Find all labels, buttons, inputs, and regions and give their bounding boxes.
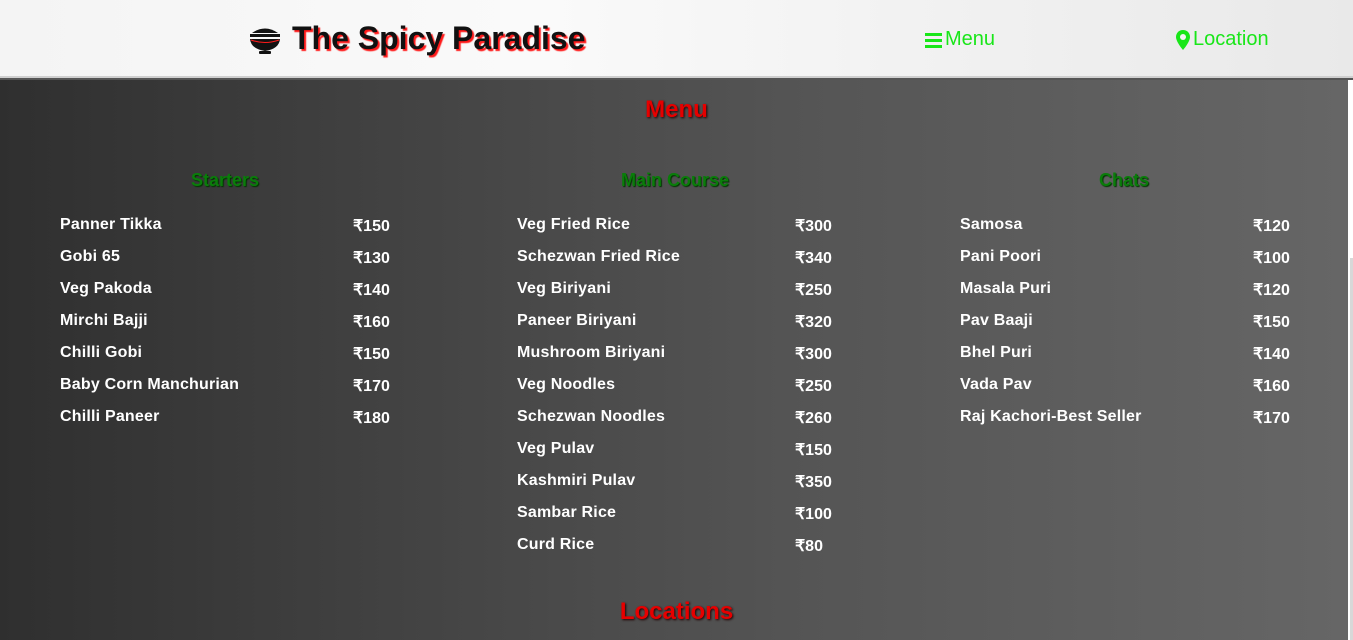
menu-item-name: Raj Kachori-Best Seller	[960, 408, 1142, 425]
menu-item-price: ₹170	[1253, 410, 1290, 427]
menu-item-price: ₹100	[795, 506, 832, 523]
menu-item-name: Curd Rice	[517, 536, 595, 553]
menu-item-name: Veg Pulav	[517, 440, 595, 457]
menu-item-name: Baby Corn Manchurian	[60, 376, 240, 393]
menu-item-name: Paneer Biriyani	[517, 312, 637, 329]
menu-item-price: ₹120	[1253, 282, 1290, 299]
menu-item-price: ₹250	[795, 378, 832, 395]
menu-item-price: ₹300	[795, 346, 832, 363]
nav-menu-link[interactable]: Menu	[925, 28, 995, 51]
menu-item-name: Gobi 65	[60, 248, 121, 265]
brand-name: The Spicy Paradise	[292, 20, 586, 56]
menu-item-name: Panner Tikka	[60, 216, 162, 233]
menu-item-name: Mushroom Biriyani	[517, 344, 666, 361]
menu-item-name: Schezwan Fried Rice	[517, 248, 680, 265]
menu-item-price: ₹140	[353, 282, 390, 299]
hamburger-icon	[925, 32, 942, 48]
menu-item-name: Veg Fried Rice	[517, 216, 631, 233]
menu-item-price: ₹340	[795, 250, 832, 267]
menu-item-price: ₹140	[1253, 346, 1290, 363]
column-title-chats: Chats	[1098, 170, 1149, 190]
column-title-starters: Starters	[190, 170, 260, 190]
menu-item-name: Bhel Puri	[960, 344, 1033, 361]
site-header: The Spicy Paradise Menu Location	[0, 0, 1353, 78]
brand[interactable]: The Spicy Paradise	[248, 20, 585, 57]
map-pin-icon	[1176, 29, 1190, 50]
menu-item-price: ₹260	[795, 410, 832, 427]
menu-item-name: Pani Poori	[960, 248, 1042, 265]
menu-item-price: ₹170	[353, 378, 390, 395]
menu-item-price: ₹100	[1253, 250, 1290, 267]
menu-item-name: Chilli Paneer	[60, 408, 160, 425]
menu-item-price: ₹150	[353, 218, 390, 235]
menu-item-price: ₹120	[1253, 218, 1290, 235]
menu-item-name: Schezwan Noodles	[517, 408, 666, 425]
bowl-icon	[250, 28, 280, 54]
menu-item-name: Pav Baaji	[960, 312, 1033, 329]
menu-item-price: ₹150	[795, 442, 832, 459]
menu-item-name: Masala Puri	[960, 280, 1052, 297]
nav-location-link[interactable]: Location	[1176, 28, 1269, 51]
menu-item-price: ₹300	[795, 218, 832, 235]
menu-item-price: ₹150	[353, 346, 390, 363]
column-title-main-course: Main Course	[620, 170, 730, 190]
menu-item-name: Samosa	[960, 216, 1023, 233]
menu-item-name: Chilli Gobi	[60, 344, 143, 361]
menu-item-name: Veg Pakoda	[60, 280, 152, 297]
menu-item-price: ₹320	[795, 314, 832, 331]
menu-item-price: ₹180	[353, 410, 390, 427]
menu-item-name: Kashmiri Pulav	[517, 472, 636, 489]
menu-item-name: Veg Noodles	[517, 376, 616, 393]
menu-section	[0, 80, 1348, 640]
menu-item-name: Mirchi Bajji	[60, 312, 148, 329]
menu-item-name: Veg Biriyani	[517, 280, 611, 297]
menu-item-price: ₹130	[353, 250, 390, 267]
menu-heading: Menu	[645, 96, 708, 123]
menu-item-price: ₹160	[1253, 378, 1290, 395]
locations-heading: Locations	[619, 598, 734, 625]
menu-item-price: ₹250	[795, 282, 832, 299]
menu-item-name: Sambar Rice	[517, 504, 617, 521]
nav-location-label: Location	[1193, 28, 1269, 50]
menu-item-name: Vada Pav	[960, 376, 1032, 393]
menu-item-price: ₹150	[1253, 314, 1290, 331]
menu-item-price: ₹350	[795, 474, 832, 491]
menu-item-price: ₹80	[795, 538, 823, 555]
nav-menu-label: Menu	[945, 28, 996, 50]
menu-item-price: ₹160	[353, 314, 390, 331]
